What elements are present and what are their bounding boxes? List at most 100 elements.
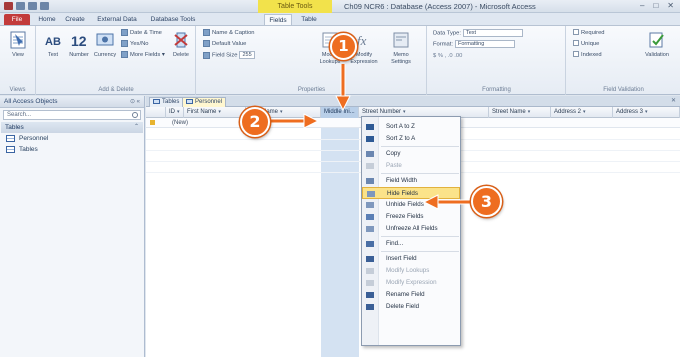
column-header-first-name[interactable]: First Name ▾ <box>184 107 246 118</box>
menu-item-freeze-fields[interactable]: Freeze Fields <box>362 211 460 223</box>
nav-item-personnel[interactable]: Personnel <box>0 133 144 144</box>
delete-field-icon <box>366 304 374 310</box>
number-format-buttons[interactable]: $ % , .0 .00 <box>433 52 462 61</box>
number-field-button[interactable]: 12 Number <box>67 30 91 74</box>
more-fields-icon <box>121 51 128 58</box>
menu-separator <box>381 236 459 237</box>
doc-tab-tables[interactable]: Tables <box>149 97 184 107</box>
menu-item-sort-z-to-a[interactable]: Sort Z to A <box>362 133 460 145</box>
unique-checkbox-box <box>573 40 579 47</box>
menu-item-paste[interactable]: Paste <box>362 160 460 172</box>
date-time-button[interactable]: Date & Time <box>121 29 162 38</box>
menu-item-copy[interactable]: Copy <box>362 148 460 160</box>
column-header-id[interactable]: ID ▾ <box>166 107 184 118</box>
minimize-button[interactable]: – <box>640 1 644 10</box>
unique-checkbox[interactable]: Unique <box>573 40 599 49</box>
yes-no-button[interactable]: Yes/No <box>121 40 148 49</box>
maximize-button[interactable]: □ <box>653 1 658 10</box>
default-value-button[interactable]: Default Value <box>203 40 246 49</box>
menu-item-label: Modify Expression <box>386 279 437 286</box>
menu-item-label: Sort Z to A <box>386 135 416 142</box>
window-title: Ch09 NCR6 : Database (Access 2007) - Mic… <box>344 2 536 11</box>
menu-item-label: Field Width <box>386 177 417 184</box>
more-fields-button[interactable]: More Fields ▾ <box>121 51 165 60</box>
tab-table[interactable]: Table <box>296 14 322 25</box>
data-type-control: Data Type: Text <box>433 29 523 38</box>
svg-text:fx: fx <box>357 33 367 48</box>
column-header-address-3[interactable]: Address 3 ▾ <box>613 107 680 118</box>
column-header-middle-initial[interactable]: Middle Ini... <box>321 107 359 118</box>
table-icon <box>186 98 193 104</box>
nav-pane-collapse-icon[interactable]: ⊙ « <box>130 96 140 108</box>
menu-item-label: Copy <box>386 150 401 157</box>
format-dropdown[interactable]: Formatting <box>454 40 515 48</box>
sort-ascending-icon <box>366 124 374 130</box>
save-icon[interactable] <box>16 2 25 10</box>
menu-item-unhide-fields[interactable]: Unhide Fields <box>362 199 460 211</box>
menu-item-field-width[interactable]: Field Width <box>362 175 460 187</box>
menu-item-delete-field[interactable]: Delete Field <box>362 301 460 313</box>
menu-item-label: Insert Field <box>386 255 417 262</box>
menu-item-sort-a-to-z[interactable]: Sort A to Z <box>362 121 460 133</box>
tab-create[interactable]: Create <box>62 14 88 25</box>
menu-separator <box>381 251 459 252</box>
menu-item-unfreeze-all-fields[interactable]: Unfreeze All Fields <box>362 223 460 235</box>
callout-2: 2 <box>240 107 270 137</box>
column-header-address-2[interactable]: Address 2 ▾ <box>551 107 613 118</box>
field-size-control: Field Size 255 <box>203 51 255 60</box>
tab-file[interactable]: File <box>4 14 30 25</box>
menu-item-rename-field[interactable]: Rename Field <box>362 289 460 301</box>
menu-item-insert-field[interactable]: Insert Field <box>362 253 460 265</box>
quick-access-toolbar <box>4 2 49 10</box>
row-selector-header[interactable] <box>146 107 166 118</box>
group-views: View Views <box>0 26 36 95</box>
nav-pane-header[interactable]: All Access Objects ⊙ « <box>0 96 144 108</box>
menu-item-find[interactable]: Find... <box>362 238 460 250</box>
new-record-selector-icon <box>150 120 155 125</box>
menu-item-hide-fields[interactable]: Hide Fields <box>362 187 460 199</box>
name-caption-button[interactable]: Name & Caption <box>203 29 255 38</box>
text-field-button[interactable]: AB Text <box>41 30 65 74</box>
undo-icon[interactable] <box>28 2 37 10</box>
nav-group-tables[interactable]: Tables ⌃ <box>1 122 143 133</box>
menu-item-label: Find... <box>386 240 404 247</box>
find-icon <box>366 241 374 247</box>
indexed-checkbox[interactable]: Indexed <box>573 51 602 60</box>
close-document-icon[interactable]: ✕ <box>671 97 676 104</box>
currency-icon <box>96 33 114 46</box>
validation-button[interactable]: Validation <box>641 30 673 74</box>
table-tools-contextual-tab: Table Tools <box>258 0 332 13</box>
menu-item-modify-lookups[interactable]: Modify Lookups <box>362 265 460 277</box>
sort-descending-icon <box>366 136 374 142</box>
nav-item-tables[interactable]: Tables <box>0 144 144 155</box>
field-size-icon <box>203 51 210 59</box>
collapse-chevron-icon: ⌃ <box>133 124 139 130</box>
data-type-dropdown[interactable]: Text <box>462 29 523 37</box>
indexed-checkbox-box <box>573 51 579 58</box>
column-context-menu: Sort A to Z Sort Z to A Copy Paste Field Wid… <box>361 116 461 346</box>
close-button[interactable]: ✕ <box>667 1 674 10</box>
doc-tab-personnel[interactable]: Personnel <box>182 97 227 107</box>
tab-fields[interactable]: Fields <box>264 14 292 25</box>
table-icon <box>153 98 160 104</box>
name-caption-icon <box>203 29 210 36</box>
group-label-field-validation: Field Validation <box>603 87 644 93</box>
delete-field-button[interactable]: Delete <box>169 30 193 74</box>
menu-item-modify-expression[interactable]: Modify Expression <box>362 277 460 289</box>
currency-field-button[interactable]: Currency <box>93 30 117 74</box>
field-size-input[interactable]: 255 <box>239 51 255 59</box>
tab-external-data[interactable]: External Data <box>92 14 142 25</box>
nav-search-input[interactable]: Search... <box>3 110 141 120</box>
required-checkbox[interactable]: Required <box>573 29 605 38</box>
redo-icon[interactable] <box>40 2 49 10</box>
group-add-delete: AB Text 12 Number Currency Date & Time Y… <box>37 26 196 95</box>
modify-lookups-icon <box>366 268 374 274</box>
view-button[interactable]: View <box>6 30 30 74</box>
title-bar: Table Tools Ch09 NCR6 : Database (Access… <box>0 0 680 13</box>
tab-database-tools[interactable]: Database Tools <box>146 14 200 25</box>
menu-item-label: Hide Fields <box>387 190 418 197</box>
memo-settings-button[interactable]: Memo Settings <box>385 30 417 74</box>
column-header-street-name[interactable]: Street Name ▾ <box>489 107 551 118</box>
format-control: Format: Formatting <box>433 40 515 49</box>
tab-home[interactable]: Home <box>34 14 60 25</box>
